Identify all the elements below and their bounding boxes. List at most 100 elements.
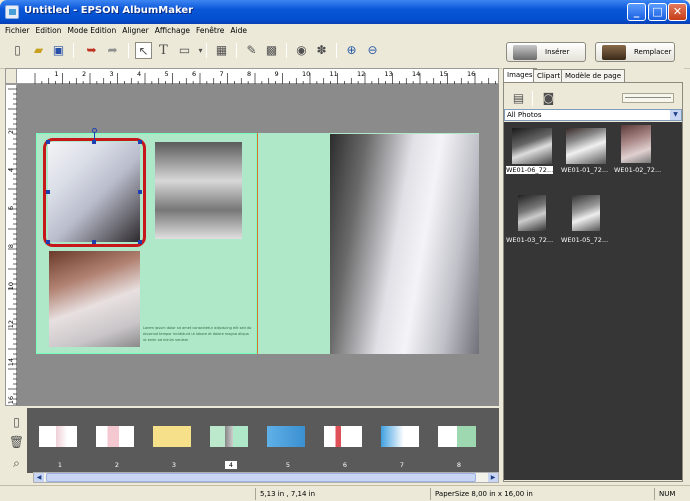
ruler-number: 3	[109, 70, 114, 78]
page-number-selected: 4	[225, 461, 237, 469]
menu-fenetre[interactable]: Fenêtre	[193, 24, 227, 38]
resize-handle[interactable]	[92, 140, 96, 144]
selection-outline	[43, 138, 146, 247]
insert-icon	[513, 45, 537, 60]
page-thumbnail[interactable]	[39, 426, 77, 447]
rotate-handle[interactable]	[92, 128, 97, 133]
resize-handle[interactable]	[138, 190, 142, 194]
ruler-number: 10	[7, 282, 15, 291]
caption-text[interactable]: Lorem ipsum dolor sit amet consectetur a…	[143, 325, 253, 343]
page-number: 6	[342, 461, 348, 469]
minimize-button[interactable]: _	[627, 3, 646, 21]
horizontal-scrollbar[interactable]: ◀ ▶	[33, 472, 499, 483]
page-thumbnail[interactable]	[210, 426, 248, 447]
menu-mode-edition[interactable]: Mode Edition	[64, 24, 119, 38]
image-grid	[504, 122, 682, 480]
folder-select-value: All Photos	[507, 111, 542, 119]
toolbar-separator	[336, 43, 337, 58]
page-thumbnail[interactable]	[96, 426, 134, 447]
scanner-icon[interactable]: ▤	[510, 90, 527, 107]
page-number: 1	[57, 461, 63, 469]
frame-icon[interactable]: ▩	[263, 42, 280, 59]
trash-icon[interactable]: 🗑	[8, 434, 25, 451]
maximize-button[interactable]: □	[648, 3, 667, 21]
toolbar-separator	[73, 43, 74, 58]
ruler-number: 16	[7, 396, 15, 405]
image-thumbnail[interactable]	[572, 195, 600, 231]
add-page-icon[interactable]: ▯	[8, 414, 25, 431]
vertical-ruler[interactable]: 2 4 6 8 10 12 14 16	[5, 84, 18, 406]
open-folder-icon[interactable]: ▰	[30, 42, 47, 59]
resize-handle[interactable]	[46, 240, 50, 244]
horizontal-ruler[interactable]: 1 2 3 4 5 6 7 8 9 10 11 12 13 14 15 16	[16, 68, 499, 85]
brush-icon[interactable]: ✎	[243, 42, 260, 59]
insert-button[interactable]: Insérer	[506, 42, 586, 62]
page-number: 5	[285, 461, 291, 469]
close-button[interactable]: ✕	[668, 3, 687, 21]
page-number: 3	[171, 461, 177, 469]
window-title: Untitled - EPSON AlbumMaker	[24, 5, 194, 16]
page-thumbnail[interactable]	[153, 426, 191, 447]
slider-track	[625, 97, 671, 98]
photo-frame-bride-stairs[interactable]	[49, 251, 140, 347]
replace-button[interactable]: Remplacer	[595, 42, 675, 62]
image-label[interactable]: WE01-01_72...	[561, 166, 608, 174]
app-icon[interactable]	[5, 5, 19, 19]
tab-clipart[interactable]: Clipart	[533, 69, 565, 83]
image-thumbnail[interactable]	[566, 128, 606, 164]
zoom-in-icon[interactable]: ⊕	[343, 42, 360, 59]
text-icon[interactable]: T	[155, 42, 172, 59]
preview-icon[interactable]: ⌕	[8, 455, 25, 472]
image-label-selected[interactable]: WE01-06_72...	[506, 166, 554, 174]
ruler-number: 6	[192, 70, 197, 78]
ruler-number: 9	[274, 70, 279, 78]
tab-images[interactable]: Images	[503, 68, 537, 83]
thumbnail-size-slider[interactable]	[622, 93, 674, 103]
image-label[interactable]: WE01-03_72...	[506, 236, 553, 244]
zoom-out-icon[interactable]: ⊖	[364, 42, 381, 59]
menu-edition[interactable]: Edition	[33, 24, 65, 38]
toolbar-separator	[532, 91, 533, 106]
page-thumbnail[interactable]	[267, 426, 305, 447]
toolbar-separator	[206, 43, 207, 58]
page-thumbnail[interactable]	[438, 426, 476, 447]
image-thumbnail[interactable]	[518, 195, 546, 231]
menu-aide[interactable]: Aide	[227, 24, 250, 38]
page-thumbnail[interactable]	[381, 426, 419, 447]
numlock-indicator: NUM	[654, 488, 688, 500]
page-thumbnail[interactable]	[324, 426, 362, 447]
new-page-icon[interactable]: ▯	[9, 42, 26, 59]
camera-icon[interactable]: ◙	[540, 90, 557, 107]
resize-handle[interactable]	[46, 140, 50, 144]
layout-icon[interactable]: ▦	[213, 42, 230, 59]
scroll-left-icon[interactable]: ◀	[34, 473, 44, 482]
resize-handle[interactable]	[92, 240, 96, 244]
redo-icon[interactable]: ➦	[104, 42, 121, 59]
resize-handle[interactable]	[138, 240, 142, 244]
menu-affichage[interactable]: Affichage	[152, 24, 193, 38]
image-thumbnail[interactable]	[621, 125, 651, 163]
menu-aligner[interactable]: Aligner	[119, 24, 152, 38]
chevron-down-icon[interactable]: ▼	[670, 110, 681, 120]
ruler-number: 8	[247, 70, 252, 78]
photo-frame-window[interactable]	[155, 142, 242, 239]
scroll-right-icon[interactable]: ▶	[488, 473, 498, 482]
shape-icon[interactable]: ▭	[176, 42, 193, 59]
undo-icon[interactable]: ➥	[83, 42, 100, 59]
save-icon[interactable]: ▣	[50, 42, 67, 59]
menu-fichier[interactable]: Fichier	[0, 24, 33, 38]
select-arrow-icon[interactable]: ↖	[135, 42, 152, 59]
photo-frame-bride-portrait[interactable]	[330, 134, 479, 354]
image-thumbnail[interactable]	[512, 128, 552, 164]
ruler-number: 1	[54, 70, 59, 78]
resize-handle[interactable]	[138, 140, 142, 144]
tab-page-template[interactable]: Modèle de page	[561, 69, 626, 83]
image-label[interactable]: WE01-05_72...	[561, 236, 608, 244]
replace-icon	[602, 45, 626, 60]
image-label[interactable]: WE01-02_72...	[614, 166, 661, 174]
folder-select[interactable]: All Photos ▼	[504, 109, 682, 121]
resize-handle[interactable]	[46, 190, 50, 194]
scroll-thumb[interactable]	[46, 473, 476, 482]
effects-icon[interactable]: ◉	[293, 42, 310, 59]
stamp-icon[interactable]: ✽	[313, 42, 330, 59]
